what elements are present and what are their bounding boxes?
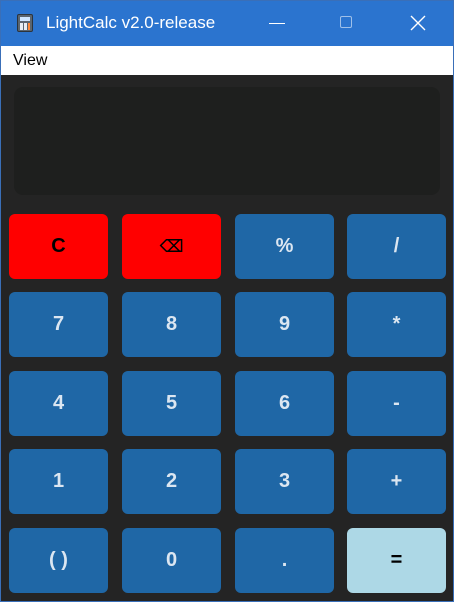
digit-3-label: 3 [278,470,291,492]
calculator-icon-keys [20,23,30,30]
digit-9-button[interactable]: 9 [235,292,334,357]
add-button-label: + [390,470,403,492]
equals-button[interactable]: = [347,528,446,593]
maximize-button[interactable] [319,1,377,46]
digit-6-button[interactable]: 6 [235,371,334,436]
subtract-button-label: - [393,392,400,414]
parentheses-button[interactable]: ( ) [9,528,108,593]
digit-8-label: 8 [165,313,178,335]
equals-button-label: = [390,549,403,571]
divide-button[interactable]: / [347,214,446,279]
multiply-button[interactable]: * [347,292,446,357]
title-bar[interactable]: LightCalc v2.0-release [1,1,453,46]
backspace-icon: ⌫ [159,236,184,256]
close-button[interactable] [389,1,447,46]
clear-button[interactable]: C [9,214,108,279]
digit-4-label: 4 [52,392,65,414]
decimal-button[interactable]: . [235,528,334,593]
divide-button-label: / [393,235,400,257]
digit-7-button[interactable]: 7 [9,292,108,357]
subtract-button[interactable]: - [347,371,446,436]
digit-0-button[interactable]: 0 [122,528,221,593]
digit-2-button[interactable]: 2 [122,449,221,514]
digit-1-label: 1 [52,470,65,492]
digit-6-label: 6 [278,392,291,414]
digit-7-label: 7 [52,313,65,335]
window-title: LightCalc v2.0-release [46,13,216,32]
minimize-button[interactable] [249,1,307,46]
digit-0-label: 0 [165,549,178,571]
digit-9-label: 9 [278,313,291,335]
multiply-button-label: * [392,313,401,335]
minimize-icon [269,23,285,24]
digit-4-button[interactable]: 4 [9,371,108,436]
calculator-icon [17,14,33,32]
maximize-icon [340,16,352,28]
percent-button-label: % [275,235,294,257]
digit-5-label: 5 [165,392,178,414]
percent-button[interactable]: % [235,214,334,279]
digit-3-button[interactable]: 3 [235,449,334,514]
calculator-window: LightCalc v2.0-release View C ⌫ % / 7 8 … [0,0,454,602]
digit-2-label: 2 [165,470,178,492]
clear-button-label: C [51,235,66,257]
digit-5-button[interactable]: 5 [122,371,221,436]
decimal-button-label: . [281,549,288,571]
menu-bar: View [1,46,453,75]
digit-1-button[interactable]: 1 [9,449,108,514]
add-button[interactable]: + [347,449,446,514]
parentheses-button-label: ( ) [49,549,68,571]
menu-item-view[interactable]: View [13,52,47,70]
calculator-icon-screen [20,17,30,21]
backspace-button[interactable]: ⌫ [122,214,221,279]
calculator-display [14,87,440,195]
digit-8-button[interactable]: 8 [122,292,221,357]
close-icon [410,15,426,31]
